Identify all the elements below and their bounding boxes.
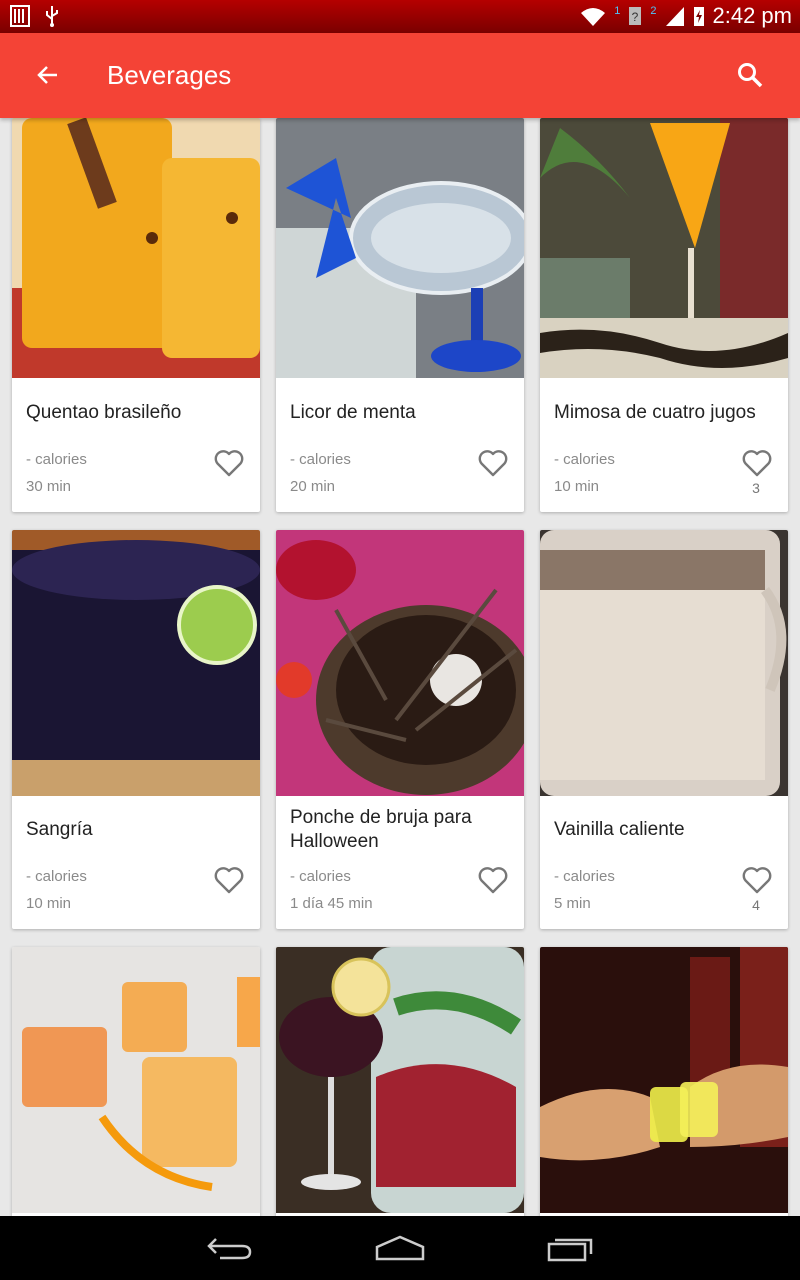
heart-outline-icon[interactable]	[214, 866, 244, 894]
nav-recents-button[interactable]	[540, 1228, 600, 1268]
recipe-time: 20 min	[290, 478, 336, 495]
recipe-card[interactable]: Sangría - calories 10 min	[12, 530, 260, 929]
recipe-calories: - calories	[290, 451, 351, 468]
arrow-back-icon	[37, 66, 57, 84]
recipe-calories: - calories	[26, 868, 87, 885]
sim2-label: 2	[650, 5, 657, 17]
nav-back-icon	[207, 1238, 252, 1260]
wifi-icon	[581, 8, 606, 26]
recipe-time: 5 min	[554, 895, 591, 912]
status-bar: 1 ? 2 2:42 pm	[0, 0, 800, 33]
heart-outline-icon[interactable]	[478, 449, 508, 477]
recipe-title: Vainilla caliente	[554, 819, 685, 840]
recipe-time: 10 min	[554, 478, 600, 495]
recipe-image	[540, 118, 788, 378]
page-title: Beverages	[107, 60, 232, 90]
sim-unknown-icon: ?	[629, 7, 642, 25]
recipe-time: 30 min	[26, 478, 72, 495]
nav-home-button[interactable]	[370, 1228, 430, 1268]
signal-icon	[665, 7, 684, 26]
recipe-image	[276, 118, 524, 378]
search-button[interactable]	[730, 55, 770, 95]
heart-outline-icon[interactable]	[742, 866, 772, 894]
nav-home-icon	[375, 1235, 425, 1261]
recipe-title: Quentao brasileño	[26, 402, 182, 423]
recipe-calories: - calories	[26, 451, 87, 468]
nav-recents-icon	[547, 1238, 593, 1262]
favorite-count: 4	[752, 897, 760, 913]
recipe-calories: - calories	[554, 451, 615, 468]
recipe-image	[276, 530, 524, 796]
recipe-calories: - calories	[554, 868, 615, 885]
favorite-count: 3	[752, 480, 760, 496]
recipe-image	[12, 530, 260, 796]
recipe-card[interactable]: Mimosa de cuatro jugos - calories 10 min…	[540, 118, 788, 512]
recipe-image	[12, 947, 260, 1213]
back-button[interactable]	[28, 55, 68, 95]
recipe-image	[276, 947, 524, 1213]
recipe-title: Mimosa de cuatro jugos	[554, 402, 756, 423]
recipe-card[interactable]: Licor de menta - calories 20 min	[276, 118, 524, 512]
svg-text:?: ?	[632, 10, 639, 24]
recipe-calories: - calories	[290, 868, 351, 885]
recipe-card[interactable]: Vainilla caliente - calories 5 min 4	[540, 530, 788, 929]
status-time: 2:42 pm	[712, 3, 793, 28]
recipe-image	[12, 118, 260, 378]
heart-outline-icon[interactable]	[742, 449, 772, 477]
nav-back-button[interactable]	[200, 1228, 260, 1268]
recipe-card[interactable]: Ponche de bruja para Halloween - calorie…	[276, 530, 524, 929]
heart-outline-icon[interactable]	[214, 449, 244, 477]
recipe-time: 10 min	[26, 895, 72, 912]
recipe-card[interactable]	[540, 947, 788, 1216]
app-bar: Beverages	[0, 33, 800, 118]
recipe-time: 1 día 45 min	[290, 895, 373, 912]
recipe-title: Licor de menta	[290, 402, 416, 423]
recipe-image	[540, 947, 788, 1213]
recipe-card[interactable]: Quentao brasileño - calories 30 min	[12, 118, 260, 512]
sd-card-icon	[10, 5, 30, 27]
sim1-label: 1	[614, 5, 621, 17]
recipe-grid: Quentao brasileño - calories 30 min Lico…	[0, 118, 800, 1216]
search-icon	[738, 63, 763, 88]
navigation-bar	[0, 1216, 800, 1280]
recipe-card[interactable]	[276, 947, 524, 1216]
recipe-image	[540, 530, 788, 796]
usb-icon	[46, 6, 58, 27]
battery-icon	[693, 7, 704, 26]
recipe-title: Ponche de bruja para Halloween	[290, 807, 472, 852]
recipe-card[interactable]	[12, 947, 260, 1216]
heart-outline-icon[interactable]	[478, 866, 508, 894]
recipe-title: Sangría	[26, 819, 93, 840]
